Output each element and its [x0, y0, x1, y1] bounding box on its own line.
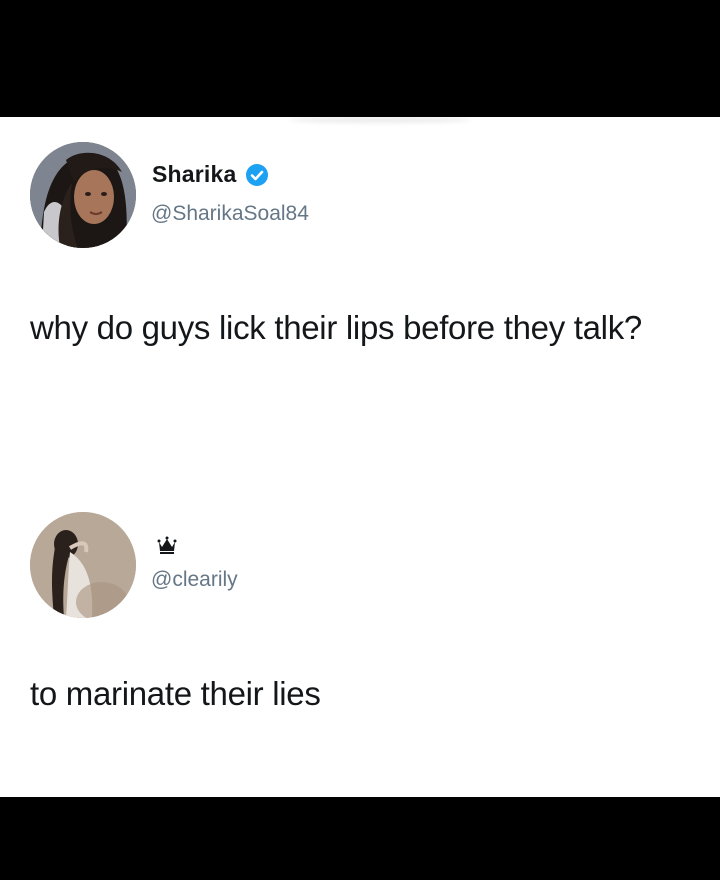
display-name-text: Sharika: [152, 161, 237, 187]
user-handle[interactable]: @clearily: [151, 568, 238, 592]
user-handle[interactable]: @SharikaSoal84: [151, 202, 309, 226]
tweet-card: Sharika @SharikaSoal84 why do guys lick …: [0, 117, 720, 797]
screenshot-frame: Sharika @SharikaSoal84 why do guys lick …: [0, 0, 720, 880]
reply-text: to marinate their lies: [30, 675, 321, 712]
avatar[interactable]: [30, 142, 136, 248]
verified-badge-icon: [245, 163, 268, 186]
avatar[interactable]: [30, 512, 136, 618]
display-name[interactable]: Sharika: [152, 161, 269, 188]
card-shadow: [290, 117, 470, 123]
profile-photo-icon: [30, 512, 136, 618]
tweet-text: why do guys lick their lips before they …: [30, 309, 642, 346]
profile-photo-icon: [30, 142, 136, 248]
crown-icon: [156, 534, 178, 556]
